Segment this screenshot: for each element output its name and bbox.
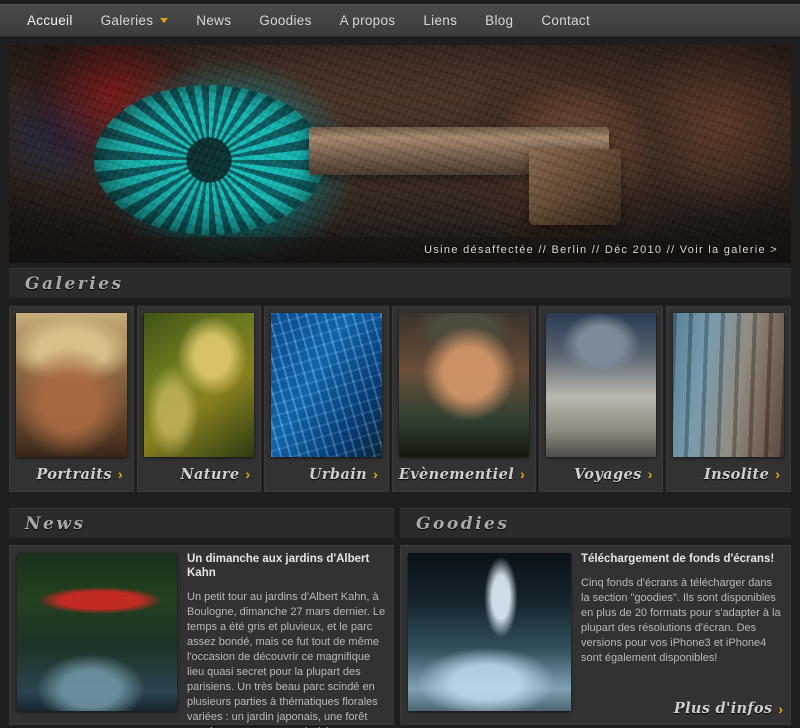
goodies-article-body: Cinq fonds d'écrans à télécharger dans l… <box>581 576 781 664</box>
gallery-label-text: Evènementiel <box>398 465 515 483</box>
hero-vignette <box>9 45 791 263</box>
gallery-thumbnail-evenementiel <box>398 313 529 457</box>
gallery-thumbnail-portraits <box>16 313 127 457</box>
section-heading-goodies-label: Goodies <box>416 513 510 534</box>
gallery-label-voyages: Voyages › <box>546 457 657 491</box>
section-heading-news: News <box>9 508 394 538</box>
goodies-thumbnail[interactable] <box>408 553 571 711</box>
gallery-card-nature[interactable]: Nature › <box>136 306 262 492</box>
nav-item-a-propos[interactable]: A propos <box>326 4 410 37</box>
gallery-label-urbain: Urbain › <box>271 457 382 491</box>
gallery-label-text: Insolite <box>703 465 770 483</box>
gallery-label-nature: Nature › <box>144 457 255 491</box>
nav-item-goodies[interactable]: Goodies <box>245 4 325 37</box>
nav-item-liens[interactable]: Liens <box>409 4 471 37</box>
nav-item-galeries[interactable]: Galeries <box>87 4 183 37</box>
page-root: Accueil Galeries News Goodies A propos L… <box>0 0 800 728</box>
goodies-more-info-label: Plus d'infos <box>673 700 773 717</box>
chevron-right-icon: › <box>778 700 783 717</box>
gallery-card-list: Portraits › Nature › Urbain › Evènementi… <box>9 306 791 492</box>
nav-item-contact[interactable]: Contact <box>527 4 604 37</box>
gallery-label-evenementiel: Evènementiel › <box>399 457 529 491</box>
gallery-card-evenementiel[interactable]: Evènementiel › <box>391 306 536 492</box>
nav-label-news: News <box>196 13 232 28</box>
goodies-panel: Téléchargement de fonds d'écrans! Cinq f… <box>400 545 791 725</box>
gallery-card-urbain[interactable]: Urbain › <box>264 306 389 492</box>
gallery-card-portraits[interactable]: Portraits › <box>9 306 134 492</box>
gallery-card-insolite[interactable]: Insolite › <box>666 306 791 492</box>
chevron-right-icon: › <box>245 466 251 482</box>
hero-banner[interactable]: Usine désaffectée // Berlin // Déc 2010 … <box>9 45 791 263</box>
section-heading-goodies: Goodies <box>400 508 791 538</box>
nav-item-news[interactable]: News <box>182 4 245 37</box>
gallery-label-text: Voyages <box>573 465 642 483</box>
nav-label-a-propos: A propos <box>339 13 396 28</box>
chevron-right-icon: › <box>117 466 123 482</box>
gallery-label-text: Urbain <box>308 465 368 483</box>
nav-label-liens: Liens <box>423 13 458 28</box>
gallery-label-insolite: Insolite › <box>673 457 784 491</box>
news-text-column: Un dimanche aux jardins d'Albert Kahn Un… <box>187 553 386 728</box>
chevron-down-icon <box>160 18 169 23</box>
news-panel: Un dimanche aux jardins d'Albert Kahn Un… <box>9 545 394 728</box>
gallery-label-portraits: Portraits › <box>16 457 127 491</box>
section-heading-galeries-label: Galeries <box>25 273 124 294</box>
gallery-thumbnail-insolite <box>673 313 784 457</box>
hero-caption-text: Usine désaffectée // Berlin // Déc 2010 … <box>424 244 778 256</box>
gallery-thumbnail-nature <box>143 313 255 457</box>
chevron-right-icon: › <box>647 466 653 482</box>
hero-caption-link[interactable]: Usine désaffectée // Berlin // Déc 2010 … <box>9 237 791 263</box>
gallery-card-voyages[interactable]: Voyages › <box>538 306 664 492</box>
gallery-thumbnail-voyages <box>545 313 657 457</box>
nav-label-blog: Blog <box>485 13 514 28</box>
gallery-label-text: Nature <box>180 465 240 483</box>
section-heading-news-label: News <box>25 513 86 534</box>
chevron-right-icon: › <box>520 466 525 482</box>
main-navigation: Accueil Galeries News Goodies A propos L… <box>0 4 800 37</box>
gallery-thumbnail-urbain <box>271 313 382 457</box>
nav-label-accueil: Accueil <box>27 13 73 28</box>
nav-label-galeries: Galeries <box>100 13 154 28</box>
news-thumbnail[interactable] <box>17 553 177 711</box>
nav-item-blog[interactable]: Blog <box>471 4 527 37</box>
news-article-title: Un dimanche aux jardins d'Albert Kahn <box>187 553 370 579</box>
nav-label-contact: Contact <box>541 13 590 28</box>
goodies-article-title: Téléchargement de fonds d'écrans! <box>581 553 775 565</box>
nav-item-accueil[interactable]: Accueil <box>13 4 87 37</box>
gallery-label-text: Portraits <box>36 465 112 483</box>
goodies-text-column: Téléchargement de fonds d'écrans! Cinq f… <box>581 553 783 717</box>
chevron-right-icon: › <box>775 466 780 482</box>
news-article-body: Un petit tour au jardins d'Albert Kahn, … <box>187 590 386 728</box>
section-heading-galeries: Galeries <box>9 268 791 298</box>
nav-label-goodies: Goodies <box>259 13 312 28</box>
chevron-right-icon: › <box>373 466 378 482</box>
goodies-more-info-link[interactable]: Plus d'infos › <box>581 695 783 717</box>
